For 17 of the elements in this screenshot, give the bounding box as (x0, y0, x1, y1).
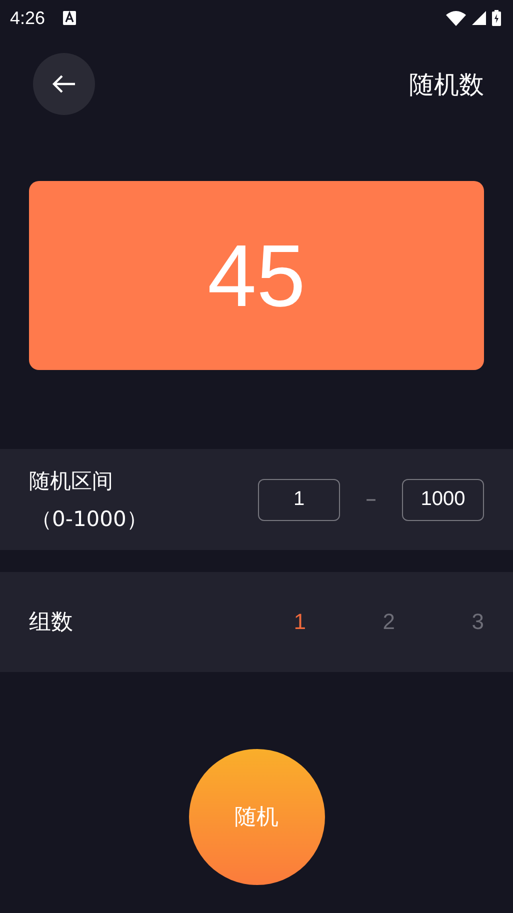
keyboard-a-icon (63, 11, 76, 25)
status-time: 4:26 (10, 8, 46, 28)
max-input[interactable]: 1000 (402, 478, 484, 520)
back-arrow-icon (51, 73, 77, 95)
range-hint: （0-1000） (30, 506, 148, 532)
min-input[interactable]: 1 (258, 478, 340, 520)
page-title: 随机数 (409, 68, 484, 100)
group-count-option[interactable]: 3 (395, 609, 484, 635)
range-label: 随机区间 (29, 468, 114, 494)
wifi-icon (446, 10, 466, 26)
random-number: 45 (208, 224, 306, 326)
range-separator: – (364, 487, 378, 512)
signal-icon (472, 11, 486, 25)
group-count-option[interactable]: 1 (217, 609, 306, 635)
battery-icon (492, 10, 501, 26)
group-count-option[interactable]: 2 (306, 609, 395, 635)
groups-label: 组数 (29, 609, 74, 637)
